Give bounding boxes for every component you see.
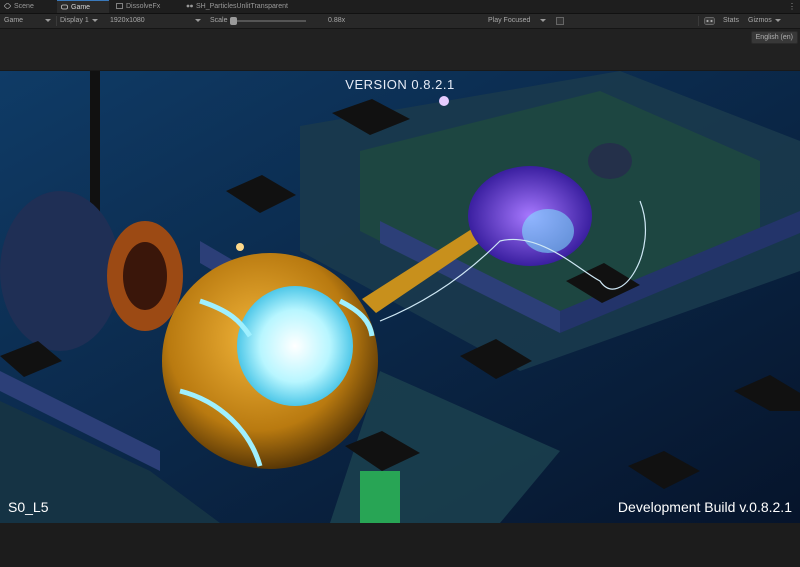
resolution-dropdown[interactable]: 1920x1080: [110, 16, 201, 26]
stats-button[interactable]: Stats: [723, 16, 739, 26]
version-label: VERSION 0.8.2.1: [345, 77, 455, 92]
chevron-down-icon: [774, 18, 781, 22]
game-icon: [61, 4, 68, 10]
tab-label: Game: [71, 4, 91, 11]
tab-dissolvefx[interactable]: DissolveFx: [112, 0, 174, 13]
tab-label: Scene: [14, 3, 34, 10]
resolution-value: 1920x1080: [110, 17, 145, 24]
scale-label: Scale: [210, 17, 228, 24]
tabs-menu-icon[interactable]: ⋮: [788, 1, 796, 12]
game-viewport[interactable]: VERSION 0.8.2.1 S0_L5 Development Build …: [0, 71, 800, 523]
game-view-toolbar: Game Display 1 1920x1080 Scale 0.88x Pla…: [0, 14, 800, 29]
scale-slider-track[interactable]: [236, 20, 306, 22]
play-mode-dropdown[interactable]: Play Focused: [488, 16, 547, 26]
chevron-down-icon: [194, 18, 201, 22]
divider: [56, 16, 57, 26]
game-view-header-area: English (en): [0, 29, 800, 70]
development-build-label: Development Build v.0.8.2.1: [617, 499, 792, 515]
gizmos-dropdown[interactable]: Gizmos: [748, 16, 781, 26]
display-value: Display 1: [60, 17, 89, 24]
editor-tab-bar: Scene Game DissolveFx SH_ParticlesUnlitT…: [0, 0, 800, 14]
tab-sh-particles[interactable]: SH_ParticlesUnlitTransparent: [182, 0, 322, 13]
game-scene-render: [0, 71, 800, 523]
scale-slider-handle[interactable]: [230, 17, 237, 25]
chevron-down-icon: [91, 18, 98, 22]
game-view-footer: [0, 523, 800, 567]
chevron-down-icon: [45, 18, 52, 22]
effect-icon: [116, 3, 123, 9]
play-mode-value: Play Focused: [488, 17, 531, 24]
tab-game[interactable]: Game: [57, 0, 109, 13]
scene-icon: [4, 3, 11, 9]
controls-icon[interactable]: [704, 17, 715, 25]
chevron-down-icon: [540, 18, 547, 22]
view-mode-dropdown[interactable]: Game: [4, 16, 52, 26]
shader-graph-icon: [186, 4, 193, 8]
mute-audio-toggle[interactable]: [556, 17, 564, 25]
divider: [698, 16, 699, 26]
tab-scene[interactable]: Scene: [0, 0, 52, 13]
scale-value: 0.88x: [328, 17, 346, 24]
tab-label: DissolveFx: [126, 3, 161, 10]
tab-label: SH_ParticlesUnlitTransparent: [196, 3, 288, 10]
view-mode-value: Game: [4, 17, 24, 24]
level-label: S0_L5: [8, 499, 49, 515]
display-dropdown[interactable]: Display 1: [60, 16, 98, 26]
language-dropdown[interactable]: English (en): [750, 31, 798, 44]
gizmos-label: Gizmos: [748, 17, 772, 24]
